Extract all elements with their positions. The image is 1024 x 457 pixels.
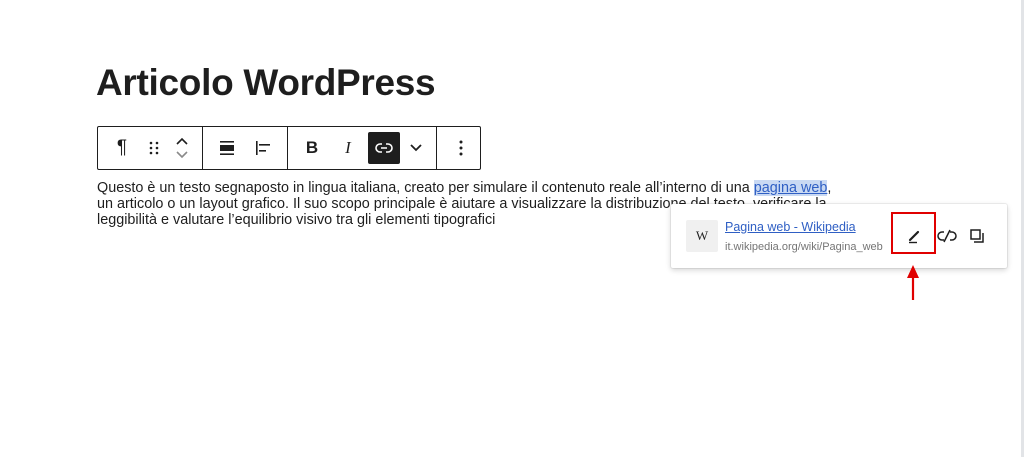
- edit-link-icon: [908, 230, 920, 244]
- move-buttons: [168, 132, 196, 164]
- block-toolbar-group-block: ¶: [98, 127, 203, 169]
- italic-button[interactable]: I: [330, 132, 366, 164]
- link-preview-url: it.wikipedia.org/wiki/Pagina_web: [725, 241, 883, 253]
- post-title[interactable]: Articolo WordPress: [96, 62, 436, 104]
- copy-link-button[interactable]: [964, 224, 990, 248]
- block-toolbar: ¶ B I: [97, 126, 481, 170]
- annotation-arrow-icon: [907, 265, 919, 300]
- link-button[interactable]: [368, 132, 400, 164]
- align-wide-icon[interactable]: [209, 132, 245, 164]
- link-preview-title[interactable]: Pagina web - Wikipedia: [725, 220, 856, 234]
- block-toolbar-group-options: [437, 127, 485, 169]
- more-formatting-chevron-icon[interactable]: [402, 132, 430, 164]
- options-menu-icon[interactable]: [443, 132, 479, 164]
- move-up-icon[interactable]: [176, 137, 188, 145]
- paragraph-link[interactable]: pagina web: [753, 180, 828, 196]
- paragraph-line-1: Questo è un testo segnaposto in lingua i…: [97, 180, 897, 196]
- move-down-icon[interactable]: [176, 151, 188, 159]
- link-icon: [375, 143, 393, 153]
- paragraph-text: Questo è un testo segnaposto in lingua i…: [97, 180, 754, 196]
- paragraph-text: ,: [827, 180, 832, 196]
- block-toolbar-group-align: [203, 127, 288, 169]
- link-preview-popover: W Pagina web - Wikipedia it.wikipedia.or…: [671, 204, 1007, 268]
- paragraph-icon[interactable]: ¶: [104, 132, 140, 164]
- wikipedia-favicon-icon: W: [686, 220, 718, 252]
- edit-link-button[interactable]: [901, 224, 927, 248]
- block-toolbar-group-format: B I: [288, 127, 437, 169]
- align-left-icon[interactable]: [245, 132, 281, 164]
- drag-handle-icon[interactable]: [140, 132, 168, 164]
- unlink-button[interactable]: [934, 224, 960, 248]
- bold-button[interactable]: B: [294, 132, 330, 164]
- copy-link-icon: [970, 229, 984, 243]
- unlink-icon: [937, 229, 957, 243]
